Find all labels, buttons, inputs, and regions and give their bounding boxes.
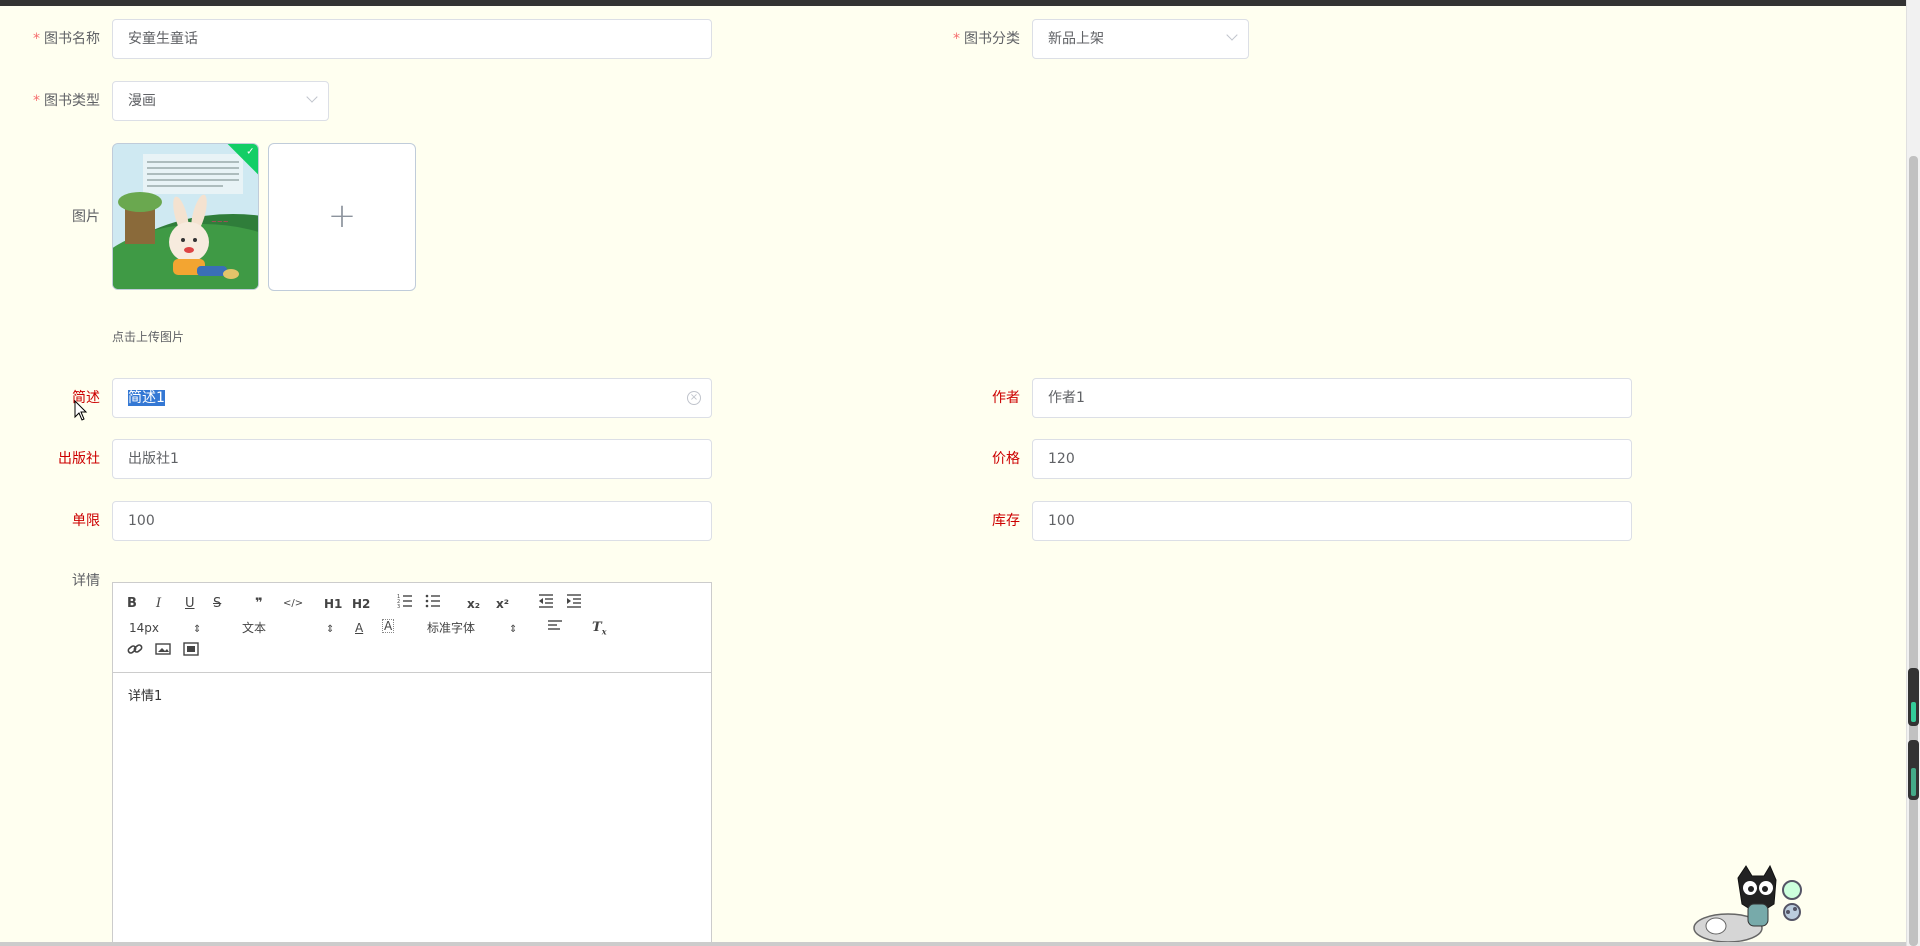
outdent-icon: [539, 594, 553, 608]
video-icon: [183, 642, 199, 656]
updown-icon: ⇕: [509, 624, 518, 635]
code-button[interactable]: </>: [283, 595, 303, 613]
plus-icon: +: [327, 196, 357, 236]
editor-content[interactable]: 详情1: [113, 673, 711, 716]
bold-button[interactable]: B: [127, 595, 137, 613]
author-label: 作者: [992, 390, 1020, 406]
image-upload-button[interactable]: +: [268, 143, 416, 291]
summary-input[interactable]: 简述1 ×: [112, 378, 712, 418]
book-category-select[interactable]: 新品上架: [1032, 19, 1249, 59]
upload-tip: 点击上传图片: [112, 330, 185, 344]
publisher-input[interactable]: 出版社1: [112, 439, 712, 479]
book-type-select[interactable]: 漫画: [112, 81, 329, 121]
image-icon: [155, 643, 171, 655]
background-color-button[interactable]: A: [382, 619, 395, 633]
scroll-indicator[interactable]: [1908, 668, 1919, 726]
svg-text:~~~: ~~~: [211, 218, 229, 226]
text-color-button[interactable]: A: [355, 619, 363, 637]
chevron-down-icon: [306, 91, 318, 103]
stock-label: 库存: [992, 513, 1020, 529]
picture-label: 图片: [72, 209, 100, 225]
updown-icon: ⇕: [193, 624, 202, 635]
outdent-button[interactable]: [538, 593, 554, 615]
header-picker[interactable]: 文本 ⇕: [242, 619, 334, 639]
clear-icon[interactable]: ×: [687, 391, 701, 405]
font-size-value: 14px: [129, 621, 159, 635]
mascot-icon: [1693, 864, 1802, 943]
bullet-list-icon: [425, 594, 440, 608]
link-button[interactable]: [127, 641, 143, 663]
stock-input[interactable]: 100: [1032, 501, 1632, 541]
scroll-indicator[interactable]: [1908, 740, 1919, 800]
ordered-list-button[interactable]: 123: [397, 593, 413, 615]
limit-label: 单限: [72, 513, 100, 529]
cartoon-rabbit-image: ~~~: [113, 144, 258, 289]
limit-input[interactable]: 100: [112, 501, 712, 541]
detail-label: 详情: [72, 573, 100, 589]
check-icon: ✓: [246, 146, 255, 158]
subscript-button[interactable]: x₂: [467, 595, 480, 613]
editor-toolbar: B I U S ❞ </> H1 H2 123 x₂ x² 14px ⇕ 文本 ⇕ …: [113, 583, 711, 673]
align-button[interactable]: [547, 617, 563, 639]
book-type-value: 漫画: [128, 93, 156, 109]
book-category-value: 新品上架: [1048, 31, 1104, 47]
publisher-label: 出版社: [58, 451, 100, 467]
book-name-input[interactable]: 安童生童话: [112, 19, 712, 59]
image-button[interactable]: [155, 641, 171, 663]
book-type-label: * 图书类型: [33, 93, 100, 109]
summary-label: 简述: [72, 390, 100, 406]
svg-text:3: 3: [397, 604, 400, 609]
bullet-list-button[interactable]: [425, 593, 441, 615]
chevron-down-icon: [1226, 29, 1238, 41]
font-family-value: 标准字体: [427, 621, 476, 635]
video-button[interactable]: [183, 641, 199, 663]
font-size-picker[interactable]: 14px ⇕: [129, 619, 201, 639]
italic-button[interactable]: I: [156, 595, 161, 613]
scrollbar-thumb[interactable]: [1909, 156, 1918, 946]
indent-icon: [567, 594, 581, 608]
book-name-label: * 图书名称: [33, 31, 100, 47]
price-label: 价格: [992, 451, 1020, 467]
mouse-cursor-icon: [74, 400, 88, 421]
ordered-list-icon: 123: [397, 594, 412, 610]
superscript-button[interactable]: x²: [496, 595, 509, 613]
align-left-icon: [548, 620, 562, 630]
indent-button[interactable]: [566, 593, 582, 615]
h2-button[interactable]: H2: [352, 595, 370, 613]
font-family-picker[interactable]: 标准字体 ⇕: [427, 619, 517, 639]
h1-button[interactable]: H1: [324, 595, 342, 613]
top-bar: [0, 0, 1920, 6]
summary-value: 简述1: [128, 390, 165, 406]
underline-button[interactable]: U: [185, 595, 195, 613]
uploaded-image-thumbnail[interactable]: ~~~ ✓: [112, 143, 259, 290]
strike-button[interactable]: S: [213, 595, 221, 613]
blockquote-button[interactable]: ❞: [255, 595, 263, 613]
book-category-label: * 图书分类: [953, 31, 1020, 47]
link-icon: [127, 644, 143, 654]
horizontal-scrollbar[interactable]: [0, 942, 1906, 946]
rich-text-editor: B I U S ❞ </> H1 H2 123 x₂ x² 14px ⇕ 文本 ⇕ …: [112, 582, 712, 946]
updown-icon: ⇕: [326, 624, 335, 635]
price-input[interactable]: 120: [1032, 439, 1632, 479]
header-value: 文本: [242, 621, 267, 635]
author-input[interactable]: 作者1: [1032, 378, 1632, 418]
clean-format-button[interactable]: Tx: [592, 619, 606, 641]
vertical-scrollbar[interactable]: [1906, 0, 1920, 946]
